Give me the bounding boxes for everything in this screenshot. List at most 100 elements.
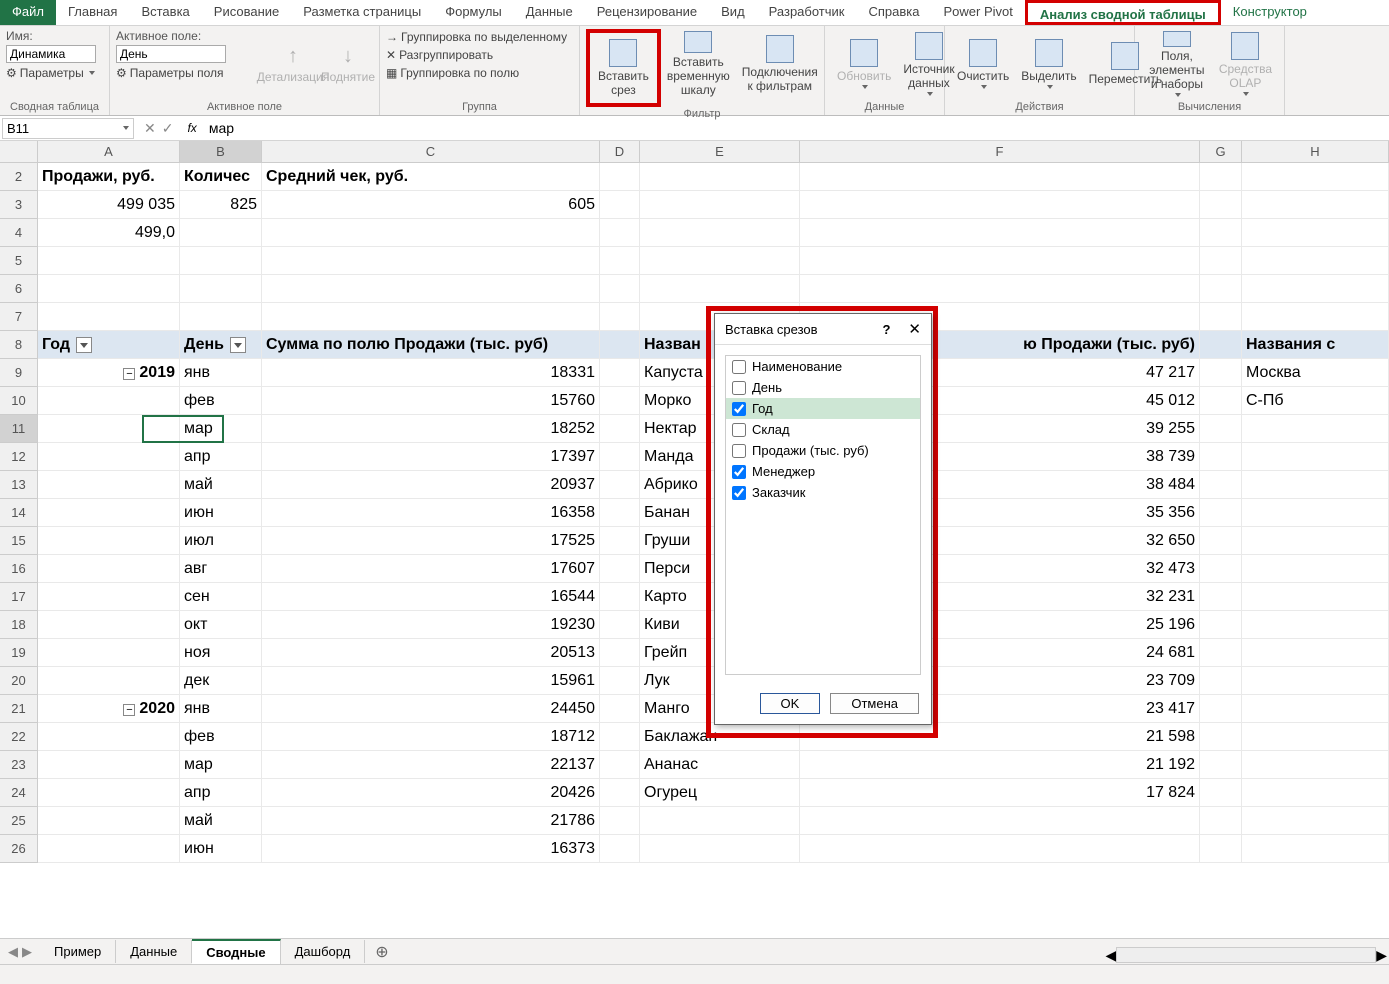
cell[interactable] xyxy=(1200,751,1242,779)
cell[interactable] xyxy=(1200,499,1242,527)
cell[interactable] xyxy=(1200,583,1242,611)
cell[interactable] xyxy=(1242,555,1389,583)
cell[interactable] xyxy=(1242,723,1389,751)
cell[interactable]: 24450 xyxy=(262,695,600,723)
cell[interactable] xyxy=(1200,191,1242,219)
cell[interactable] xyxy=(262,275,600,303)
slicer-field-6[interactable]: Заказчик xyxy=(726,482,920,503)
field-params-button[interactable]: ⚙ Параметры поля xyxy=(116,65,263,81)
ungroup-button[interactable]: ✕ Разгруппировать xyxy=(386,47,573,63)
slicer-field-3[interactable]: Склад xyxy=(726,419,920,440)
cell[interactable] xyxy=(640,191,800,219)
cell[interactable] xyxy=(1242,527,1389,555)
cell[interactable]: С-Пб xyxy=(1242,387,1389,415)
cell[interactable] xyxy=(1200,163,1242,191)
tab-review[interactable]: Рецензирование xyxy=(585,0,709,25)
cell[interactable]: Продажи, руб. xyxy=(38,163,180,191)
cell[interactable] xyxy=(1242,807,1389,835)
collapse-2019-button[interactable]: − xyxy=(123,368,135,380)
slicer-field-2[interactable]: Год xyxy=(726,398,920,419)
cell[interactable] xyxy=(38,835,180,863)
cell[interactable]: окт xyxy=(180,611,262,639)
tab-file[interactable]: Файл xyxy=(0,0,56,25)
cell[interactable] xyxy=(38,247,180,275)
row-header-25[interactable]: 25 xyxy=(0,807,38,835)
tab-formulas[interactable]: Формулы xyxy=(433,0,514,25)
row-header-24[interactable]: 24 xyxy=(0,779,38,807)
horizontal-scrollbar[interactable] xyxy=(1116,947,1376,963)
tab-draw[interactable]: Рисование xyxy=(202,0,291,25)
cell[interactable] xyxy=(38,471,180,499)
row-header-9[interactable]: 9 xyxy=(0,359,38,387)
cell[interactable] xyxy=(38,387,180,415)
cell[interactable] xyxy=(600,611,640,639)
col-header-H[interactable]: H xyxy=(1242,141,1389,163)
cell[interactable]: Количес xyxy=(180,163,262,191)
slicer-checkbox-6[interactable] xyxy=(732,486,746,500)
cell[interactable] xyxy=(1242,695,1389,723)
dialog-help-icon[interactable]: ? xyxy=(882,322,890,337)
cell[interactable] xyxy=(1242,191,1389,219)
row-header-21[interactable]: 21 xyxy=(0,695,38,723)
cell[interactable]: 17525 xyxy=(262,527,600,555)
tab-analyze[interactable]: Анализ сводной таблицы xyxy=(1025,0,1221,25)
slicer-checkbox-2[interactable] xyxy=(732,402,746,416)
cell[interactable] xyxy=(600,667,640,695)
cell[interactable] xyxy=(38,667,180,695)
cell[interactable] xyxy=(800,275,1200,303)
cell[interactable]: мар xyxy=(180,751,262,779)
cell[interactable] xyxy=(38,583,180,611)
cell[interactable] xyxy=(600,359,640,387)
cell[interactable] xyxy=(1242,219,1389,247)
row-header-8[interactable]: 8 xyxy=(0,331,38,359)
col-header-F[interactable]: F xyxy=(800,141,1200,163)
cell[interactable]: янв xyxy=(180,359,262,387)
cell[interactable]: 20426 xyxy=(262,779,600,807)
cell[interactable]: 18252 xyxy=(262,415,600,443)
row-header-7[interactable]: 7 xyxy=(0,303,38,331)
cell[interactable] xyxy=(1200,611,1242,639)
row-header-4[interactable]: 4 xyxy=(0,219,38,247)
cell[interactable] xyxy=(600,835,640,863)
cell[interactable]: май xyxy=(180,471,262,499)
slicer-field-5[interactable]: Менеджер xyxy=(726,461,920,482)
filter-day-button[interactable] xyxy=(230,337,246,353)
cell[interactable] xyxy=(1242,247,1389,275)
cell[interactable]: июл xyxy=(180,527,262,555)
pivot-name-input[interactable] xyxy=(6,45,96,63)
cell[interactable] xyxy=(1200,219,1242,247)
cell[interactable] xyxy=(600,163,640,191)
fx-icon[interactable]: fx xyxy=(181,121,202,135)
tab-data[interactable]: Данные xyxy=(514,0,585,25)
cell[interactable] xyxy=(640,275,800,303)
cell[interactable]: Москва xyxy=(1242,359,1389,387)
cell[interactable]: 16373 xyxy=(262,835,600,863)
cell[interactable] xyxy=(1200,779,1242,807)
cell[interactable]: фев xyxy=(180,723,262,751)
row-header-19[interactable]: 19 xyxy=(0,639,38,667)
row-header-20[interactable]: 20 xyxy=(0,667,38,695)
cell[interactable] xyxy=(800,219,1200,247)
pivot-params-button[interactable]: ⚙ Параметры xyxy=(6,65,103,81)
cell[interactable] xyxy=(38,751,180,779)
cell[interactable]: 18712 xyxy=(262,723,600,751)
cell[interactable] xyxy=(600,583,640,611)
fields-items-button[interactable]: Поля, элементы и наборы xyxy=(1141,29,1213,99)
cell[interactable]: −2019 xyxy=(38,359,180,387)
slicer-field-0[interactable]: Наименование xyxy=(726,356,920,377)
cell[interactable] xyxy=(1242,835,1389,863)
col-header-A[interactable]: A xyxy=(38,141,180,163)
cell[interactable] xyxy=(1200,247,1242,275)
cell[interactable]: янв xyxy=(180,695,262,723)
cell[interactable]: 15961 xyxy=(262,667,600,695)
row-header-17[interactable]: 17 xyxy=(0,583,38,611)
row-header-15[interactable]: 15 xyxy=(0,527,38,555)
row-header-3[interactable]: 3 xyxy=(0,191,38,219)
cell[interactable] xyxy=(800,163,1200,191)
cell[interactable] xyxy=(600,331,640,359)
cell[interactable] xyxy=(1200,555,1242,583)
cell[interactable]: Средний чек, руб. xyxy=(262,163,600,191)
cell[interactable] xyxy=(800,807,1200,835)
cell[interactable]: 20513 xyxy=(262,639,600,667)
cell[interactable] xyxy=(38,499,180,527)
